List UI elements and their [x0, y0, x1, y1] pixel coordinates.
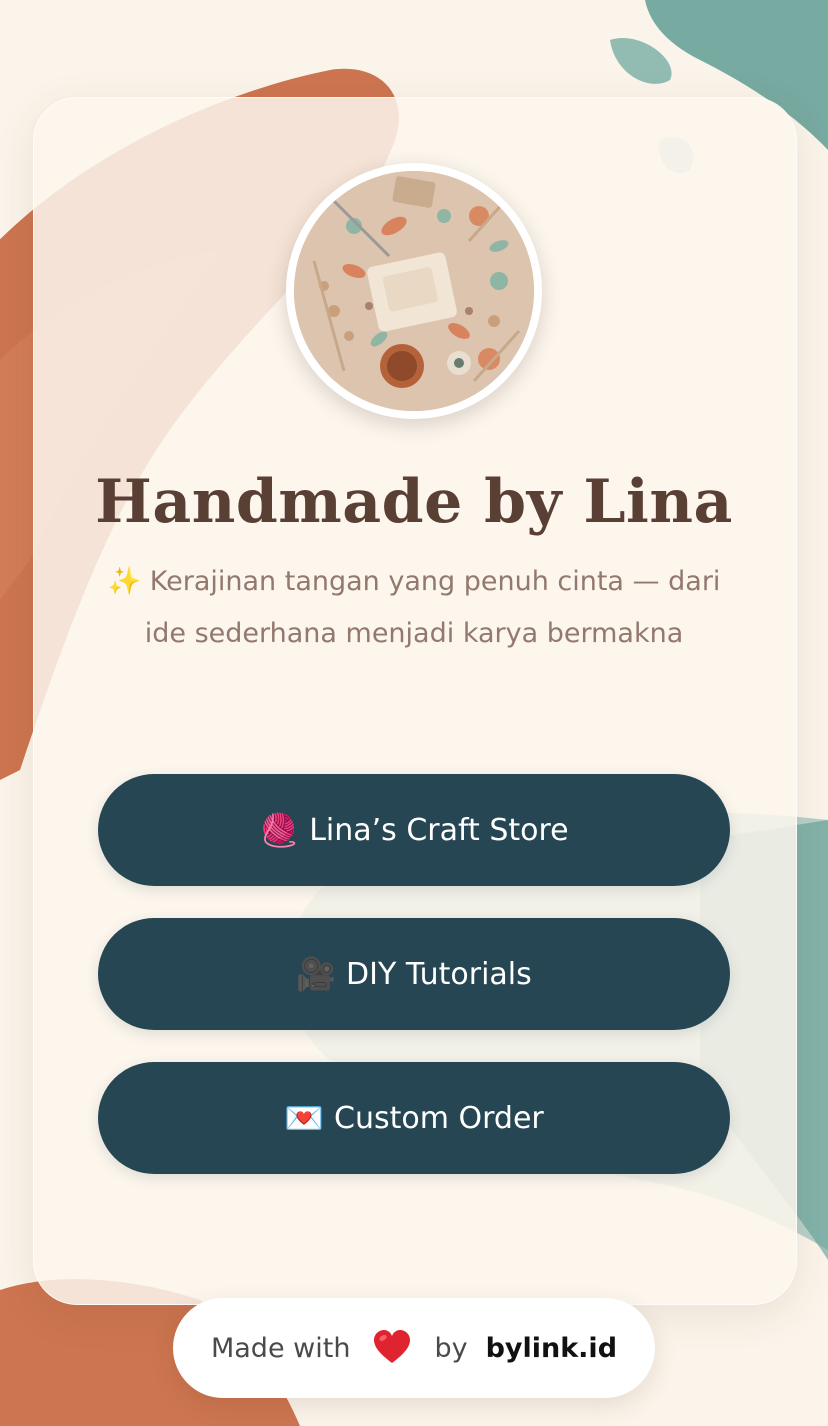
page-title: Handmade by Lina	[95, 467, 733, 537]
custom-order-button[interactable]: 💌 Custom Order	[98, 1062, 730, 1174]
footer-brand: bylink.id	[485, 1332, 618, 1364]
footer-made-with-text: Made with	[210, 1332, 351, 1364]
craft-store-button[interactable]: 🧶 Lina’s Craft Store	[98, 774, 730, 886]
avatar-image	[294, 171, 534, 411]
video-camera-icon: 🎥	[296, 955, 337, 993]
avatar	[286, 163, 542, 419]
love-letter-icon: 💌	[284, 1099, 325, 1137]
footer-by-text: by	[434, 1332, 468, 1364]
footer-badge-link[interactable]: Made with by bylink.id	[173, 1298, 655, 1398]
craft-store-label: Lina’s Craft Store	[309, 812, 569, 848]
yarn-icon: 🧶	[259, 811, 300, 849]
profile-bio: ✨ Kerajinan tangan yang penuh cinta — da…	[107, 566, 721, 649]
custom-order-label: Custom Order	[334, 1100, 544, 1136]
heart-icon	[372, 1328, 412, 1368]
diy-tutorials-label: DIY Tutorials	[346, 956, 532, 992]
diy-tutorials-button[interactable]: 🎥 DIY Tutorials	[98, 918, 730, 1030]
